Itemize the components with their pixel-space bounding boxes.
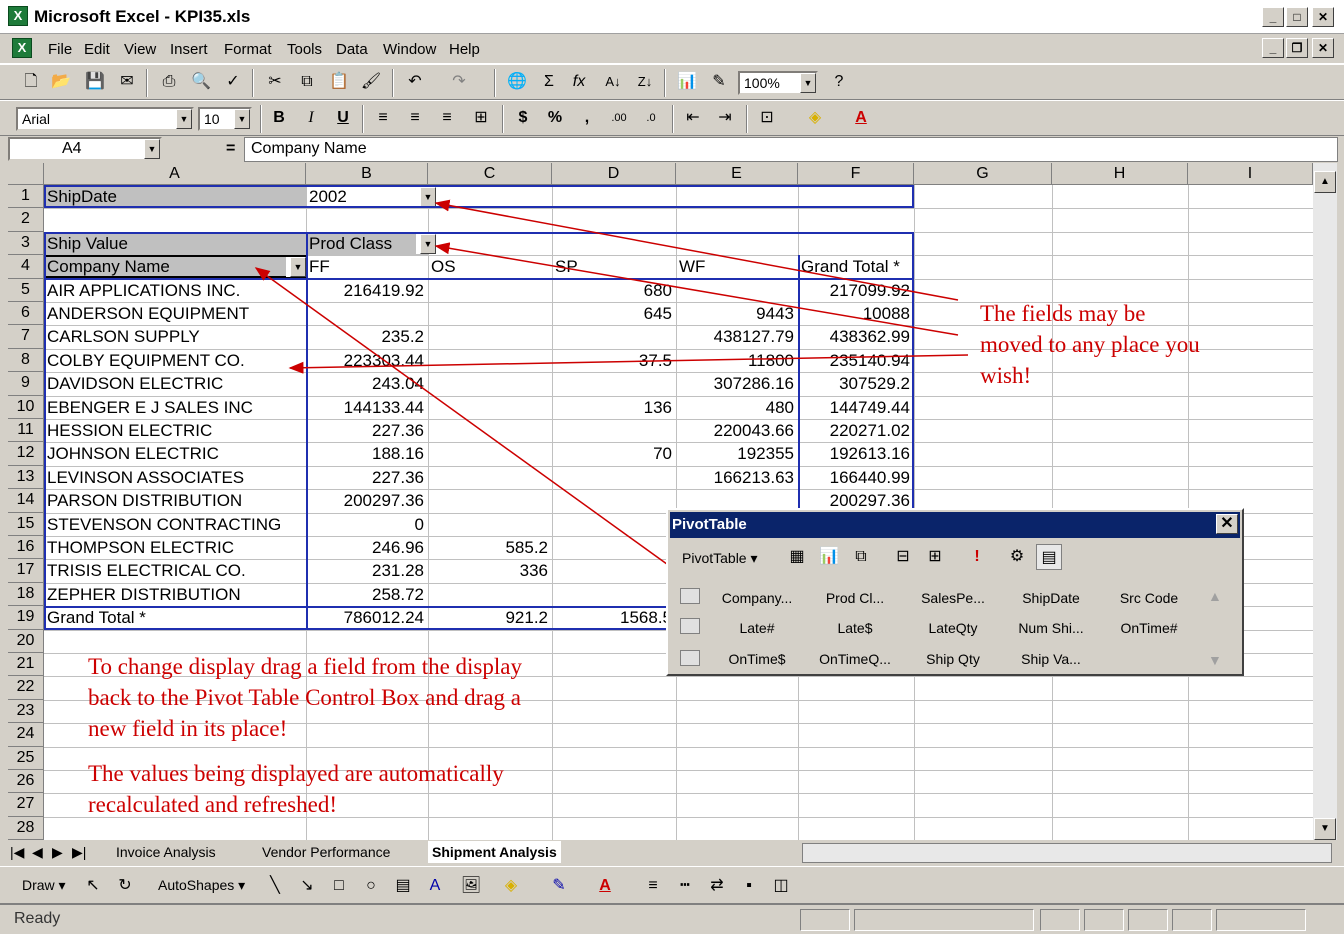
last-sheet-button[interactable]: ▶| (72, 841, 86, 863)
autoshapes-label: AutoShapes (158, 877, 235, 893)
field-group-icon (680, 650, 700, 666)
show-fields-icon[interactable]: ▤ (1036, 544, 1062, 570)
select-objects-icon[interactable]: ↖ (80, 873, 106, 899)
draw-label: Draw (22, 877, 55, 893)
scroll-up-button[interactable]: ▲ (1314, 171, 1336, 193)
status-panel (1128, 909, 1168, 931)
fill-color-icon[interactable]: ◈ (498, 873, 524, 899)
annotation-line: back to the Pivot Table Control Box and … (88, 685, 521, 710)
status-panel (800, 909, 850, 931)
free-rotate-icon[interactable]: ↻ (112, 873, 138, 899)
pivottable-menu-label: PivotTable (682, 550, 747, 566)
3d-icon[interactable]: ◫ (768, 873, 794, 899)
pivottable-title: PivotTable (672, 516, 747, 533)
field-group-icon (680, 588, 700, 604)
annotation-bottom-1: To change display drag a field from the … (88, 651, 522, 744)
oval-icon[interactable]: ○ (358, 873, 384, 899)
status-panel (854, 909, 1034, 931)
pivot-field-shipdate[interactable]: ShipDate (1006, 590, 1096, 606)
horizontal-scrollbar[interactable] (802, 843, 1332, 863)
status-panel (1084, 909, 1124, 931)
pivottable-titlebar[interactable]: PivotTable (670, 512, 1240, 538)
shadow-icon[interactable]: ▪ (736, 873, 762, 899)
clipart-icon[interactable]: 🖼 (458, 873, 484, 899)
tab-vendor-performance[interactable]: Vendor Performance (262, 841, 390, 863)
drawing-toolbar: Draw ▾ ↖ ↻ AutoShapes ▾ ╲ ↘ □ ○ ▤ A 🖼 ◈ … (0, 866, 1344, 904)
rectangle-icon[interactable]: □ (326, 873, 352, 899)
status-panel (1040, 909, 1080, 931)
first-sheet-button[interactable]: |◀ (10, 841, 24, 863)
pivot-field-late-count[interactable]: Late# (712, 620, 802, 636)
pivot-field-shipqty[interactable]: Ship Qty (908, 651, 998, 667)
pivot-field-ontime-count[interactable]: OnTime# (1104, 620, 1194, 636)
line-color-icon[interactable]: ✎ (546, 873, 572, 899)
arrow-icon[interactable]: ↘ (294, 873, 320, 899)
status-panel (1172, 909, 1212, 931)
status-bar: Ready (0, 904, 1344, 934)
field-settings-icon[interactable]: ⚙ (1004, 544, 1030, 570)
pivot-field-company[interactable]: Company... (712, 590, 802, 606)
annotation-line: moved to any place you (980, 332, 1200, 357)
annotation-right: The fields may be moved to any place you… (980, 298, 1200, 391)
arrow-to-prodclass (434, 242, 959, 336)
prev-sheet-button[interactable]: ◀ (32, 841, 43, 863)
line-icon[interactable]: ╲ (262, 873, 288, 899)
textbox-icon[interactable]: ▤ (390, 873, 416, 899)
annotation-line: recalculated and refreshed! (88, 792, 338, 817)
tab-shipment-analysis[interactable]: Shipment Analysis (428, 841, 561, 863)
status-text: Ready (14, 910, 61, 927)
annotation-line: To change display drag a field from the … (88, 654, 522, 679)
pivot-field-ontimeqty[interactable]: OnTimeQ... (810, 651, 900, 667)
hide-detail-icon[interactable]: ⊟ (890, 544, 916, 570)
show-detail-icon[interactable]: ⊞ (922, 544, 948, 570)
arrow-to-shipdate (434, 199, 959, 301)
annotation-line: new field in its place! (88, 716, 288, 741)
pivottable-toolbar[interactable]: PivotTable ✕ PivotTable ▾ ▦ 📊 ⧉ ⊟ ⊞ ! ⚙ … (666, 508, 1244, 676)
pivot-field-ontime-dollars[interactable]: OnTime$ (712, 651, 802, 667)
scroll-down-button[interactable]: ▼ (1314, 818, 1336, 840)
tab-invoice-analysis[interactable]: Invoice Analysis (116, 841, 216, 863)
close-icon[interactable]: ✕ (1216, 514, 1238, 534)
arrow-from-pivot (254, 267, 715, 599)
font-color-icon[interactable]: A (592, 873, 618, 899)
sheet-tab-bar: |◀ ◀ ▶ ▶| Invoice Analysis Vendor Perfor… (8, 841, 1338, 865)
pivot-field-prodclass[interactable]: Prod Cl... (810, 590, 900, 606)
annotation-line: The values being displayed are automatic… (88, 761, 504, 786)
format-report-icon[interactable]: ▦ (784, 544, 810, 570)
scroll-up-icon[interactable]: ▲ (1208, 588, 1222, 604)
annotation-bottom-2: The values being displayed are automatic… (88, 758, 504, 820)
autoshapes-menu[interactable]: AutoShapes ▾ (158, 877, 245, 894)
dash-style-icon[interactable]: ┅ (672, 873, 698, 899)
pivot-field-shipvalue[interactable]: Ship Va... (1006, 651, 1096, 667)
pivot-field-numship[interactable]: Num Shi... (1006, 620, 1096, 636)
annotation-line: The fields may be (980, 301, 1146, 326)
field-group-icon (680, 618, 700, 634)
pivot-field-late-dollars[interactable]: Late$ (810, 620, 900, 636)
scroll-down-icon[interactable]: ▼ (1208, 652, 1222, 668)
vertical-scrollbar[interactable]: ▲ ▼ (1313, 163, 1337, 840)
arrow-style-icon[interactable]: ⇄ (704, 873, 730, 899)
draw-menu[interactable]: Draw ▾ (22, 877, 66, 894)
annotation-line: wish! (980, 363, 1032, 388)
next-sheet-button[interactable]: ▶ (52, 841, 63, 863)
status-panel (1216, 909, 1306, 931)
pivottable-menu[interactable]: PivotTable ▾ (682, 550, 758, 567)
wordart-icon[interactable]: A (422, 873, 448, 899)
pivot-wizard-icon[interactable]: ⧉ (848, 544, 874, 570)
pivot-field-lateqty[interactable]: LateQty (908, 620, 998, 636)
refresh-data-icon[interactable]: ! (964, 544, 990, 570)
line-style-icon[interactable]: ≡ (640, 873, 666, 899)
pivot-field-salesperson[interactable]: SalesPe... (908, 590, 998, 606)
chart-icon[interactable]: 📊 (816, 544, 842, 570)
pivot-field-srccode[interactable]: Src Code (1104, 590, 1194, 606)
